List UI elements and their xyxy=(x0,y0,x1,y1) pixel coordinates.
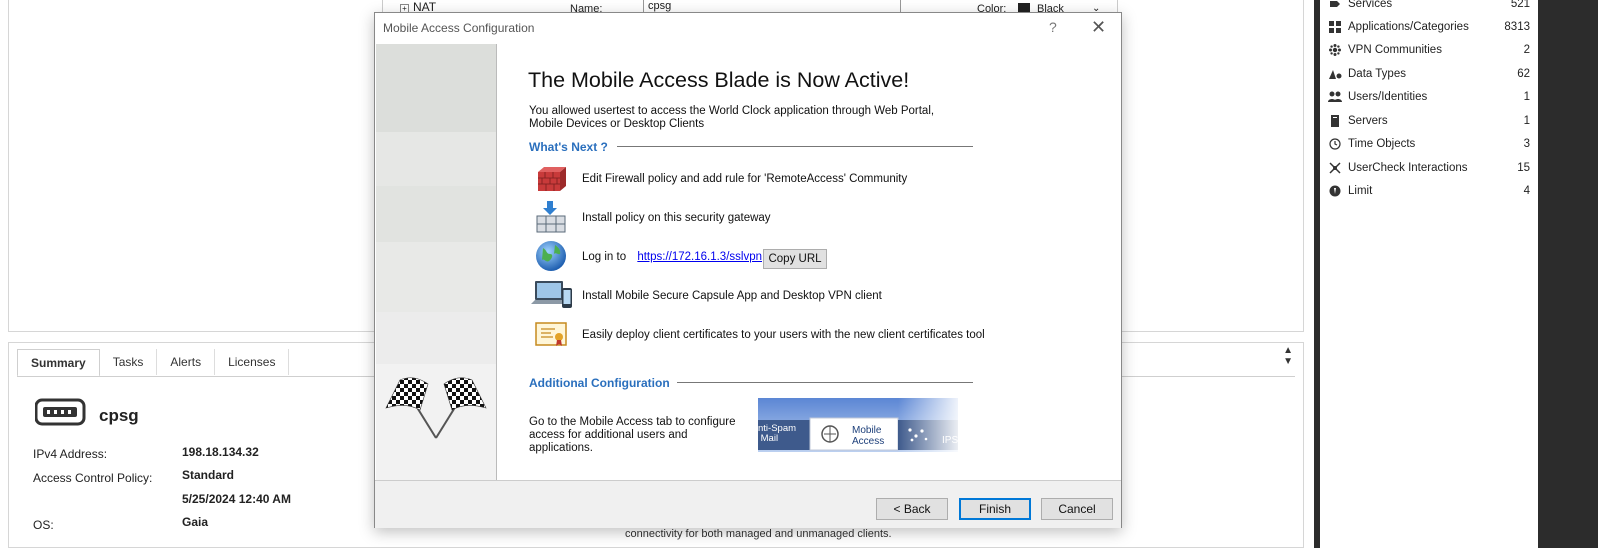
section-divider xyxy=(677,382,973,383)
antispam-tab-label: nti-Spam Mail xyxy=(758,423,797,444)
tab-licenses[interactable]: Licenses xyxy=(215,349,290,375)
usercheck-icon xyxy=(1328,161,1342,175)
sidebar-item-servers[interactable]: Servers 1 xyxy=(1320,109,1538,132)
sidebar-item-label: Applications/Categories xyxy=(1348,20,1469,33)
sidebar-item-users[interactable]: Users/Identities 1 xyxy=(1320,85,1538,108)
close-icon[interactable]: ✕ xyxy=(1091,17,1106,38)
devices-icon xyxy=(531,281,572,308)
collapse-icon[interactable]: ▲ ▼ xyxy=(1283,345,1293,367)
ipv4-label: IPv4 Address: xyxy=(33,447,108,461)
servers-icon xyxy=(1328,114,1342,128)
sidebar-item-limit[interactable]: Limit 4 xyxy=(1320,179,1538,202)
step-install-policy: Install policy on this security gateway xyxy=(582,212,771,224)
additional-config-heading: Additional Configuration xyxy=(529,376,670,390)
dialog-footer: < Back Finish Cancel xyxy=(375,480,1121,528)
certificate-icon xyxy=(535,322,567,346)
background-description: connectivity for both managed and unmana… xyxy=(625,528,892,540)
step-edit-firewall: Edit Firewall policy and add rule for 'R… xyxy=(582,173,908,185)
policy-label: Access Control Policy: xyxy=(33,471,153,485)
help-icon[interactable]: ? xyxy=(1049,19,1057,35)
sidebar-item-label: Users/Identities xyxy=(1348,90,1428,103)
sidebar-item-label: Data Types xyxy=(1348,67,1406,80)
sidebar-item-label: Services xyxy=(1348,0,1393,10)
applications-icon xyxy=(1328,20,1342,34)
limit-icon xyxy=(1328,184,1342,198)
sidebar-item-time-objects[interactable]: Time Objects 3 xyxy=(1320,132,1538,155)
data-types-icon xyxy=(1328,67,1342,81)
vpn-icon xyxy=(1328,43,1342,57)
step-deploy-certificates: Easily deploy client certificates to you… xyxy=(582,329,985,341)
cancel-button[interactable]: Cancel xyxy=(1041,498,1113,520)
side-stripe xyxy=(376,312,496,364)
whats-next-heading: What's Next ? xyxy=(529,140,608,154)
finish-button[interactable]: Finish xyxy=(959,498,1031,520)
sslvpn-link[interactable]: https://172.16.1.3/sslvpn xyxy=(637,251,762,263)
tab-alerts[interactable]: Alerts xyxy=(157,349,216,375)
services-icon xyxy=(1328,0,1342,11)
sidebar-item-count: 1 xyxy=(1523,114,1530,127)
section-divider xyxy=(617,146,973,147)
sidebar-item-usercheck[interactable]: UserCheck Interactions 15 xyxy=(1320,156,1538,179)
sidebar-item-data-types[interactable]: Data Types 62 xyxy=(1320,62,1538,85)
side-stripe xyxy=(376,186,496,242)
os-value: Gaia xyxy=(182,515,209,529)
mobile-access-dialog: Mobile Access Configuration ? ✕ The Mobi… xyxy=(374,12,1122,528)
sidebar-item-count: 1 xyxy=(1523,90,1530,103)
install-policy-icon xyxy=(536,201,566,233)
tab-tasks[interactable]: Tasks xyxy=(100,349,158,375)
globe-icon xyxy=(536,241,566,271)
ips-tab-label: IPS xyxy=(942,435,959,446)
sidebar-item-count: 2 xyxy=(1523,43,1530,56)
firewall-icon xyxy=(538,167,566,191)
sidebar-item-label: VPN Communities xyxy=(1348,43,1442,56)
policy-date: 5/25/2024 12:40 AM xyxy=(182,492,291,506)
sidebar-item-applications[interactable]: Applications/Categories 8313 xyxy=(1320,15,1538,38)
side-stripe xyxy=(376,44,496,132)
sidebar-item-count: 3 xyxy=(1523,137,1530,150)
policy-value: Standard xyxy=(182,468,235,482)
mobile-access-tab-label: Mobile Access xyxy=(852,425,885,447)
copy-url-button[interactable]: Copy URL xyxy=(763,249,827,269)
dialog-headline: The Mobile Access Blade is Now Active! xyxy=(528,68,910,92)
sidebar-item-count: 15 xyxy=(1517,161,1530,174)
sidebar-item-vpn-communities[interactable]: VPN Communities 2 xyxy=(1320,38,1538,61)
sidebar-item-count: 8313 xyxy=(1504,20,1530,33)
step-login: Log in to https://172.16.1.3/sslvpn xyxy=(582,251,762,263)
step-install-capsule: Install Mobile Secure Capsule App and De… xyxy=(582,290,882,302)
summary-tabbar: Summary Tasks Alerts Licenses xyxy=(17,349,290,377)
dialog-title: Mobile Access Configuration xyxy=(383,21,535,35)
sidebar-item-count: 4 xyxy=(1523,184,1530,197)
sidebar-item-count: 521 xyxy=(1510,0,1530,10)
users-icon xyxy=(1328,90,1342,104)
side-stripe xyxy=(376,242,496,312)
login-label: Log in to xyxy=(582,251,627,263)
tab-summary[interactable]: Summary xyxy=(17,349,100,377)
sidebar-item-label: Limit xyxy=(1348,184,1373,197)
os-label: OS: xyxy=(33,518,54,532)
back-button[interactable]: < Back xyxy=(876,498,948,520)
clock-icon xyxy=(1328,137,1342,151)
gateway-icon xyxy=(35,398,86,426)
sidebar-item-label: Servers xyxy=(1348,114,1388,127)
wizard-side-panel xyxy=(376,44,497,480)
dialog-intro: You allowed usertest to access the World… xyxy=(529,105,935,130)
object-categories-sidebar: Services 521 Applications/Categories 831… xyxy=(1320,0,1538,548)
sidebar-item-count: 62 xyxy=(1517,67,1530,80)
additional-config-text: Go to the Mobile Access tab to configure… xyxy=(529,416,736,454)
checkered-flags-icon xyxy=(385,377,487,439)
side-stripe xyxy=(376,132,496,186)
gateway-name: cpsg xyxy=(99,406,139,425)
sidebar-item-label: UserCheck Interactions xyxy=(1348,161,1468,174)
sidebar-item-services[interactable]: Services 521 xyxy=(1320,0,1538,15)
sidebar-item-label: Time Objects xyxy=(1348,137,1416,150)
ipv4-value: 198.18.134.32 xyxy=(182,445,259,459)
